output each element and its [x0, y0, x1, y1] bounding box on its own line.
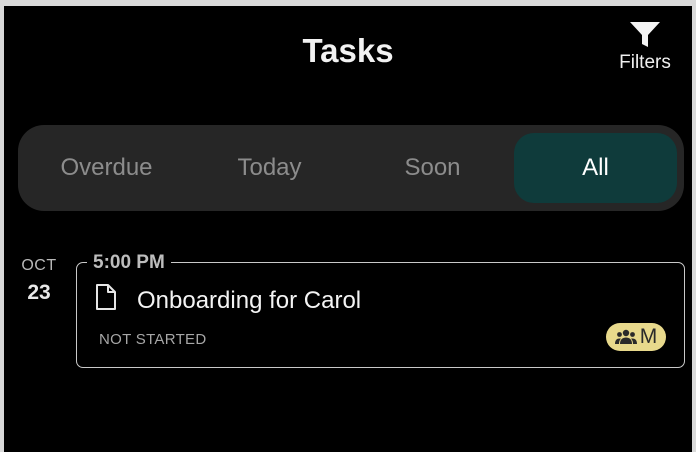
filters-button[interactable]: Filters: [609, 20, 681, 76]
tab-today[interactable]: Today: [188, 133, 351, 203]
filters-label: Filters: [619, 52, 671, 73]
page-title: Tasks: [302, 32, 394, 69]
funnel-icon: [630, 22, 660, 47]
document-icon: [96, 284, 116, 310]
assignee-initial: M: [639, 325, 658, 348]
date-month: OCT: [21, 257, 57, 274]
tab-soon[interactable]: Soon: [351, 133, 514, 203]
tab-overdue[interactable]: Overdue: [25, 133, 188, 203]
task-status: NOT STARTED: [99, 331, 207, 348]
date-range-tabs: Overdue Today Soon All: [18, 125, 684, 211]
task-card[interactable]: 5:00 PM Onboarding for Carol NOT STARTED…: [76, 252, 685, 368]
task-time: 5:00 PM: [87, 252, 171, 274]
tab-all[interactable]: All: [514, 133, 677, 203]
date-day: 23: [27, 281, 51, 304]
assignee-badge[interactable]: M: [606, 323, 666, 351]
app-screen: Tasks Filters Overdue Today Soon All OCT…: [4, 6, 692, 452]
group-icon: [614, 329, 637, 344]
task-date: OCT 23: [18, 257, 60, 305]
task-title: Onboarding for Carol: [137, 287, 362, 314]
